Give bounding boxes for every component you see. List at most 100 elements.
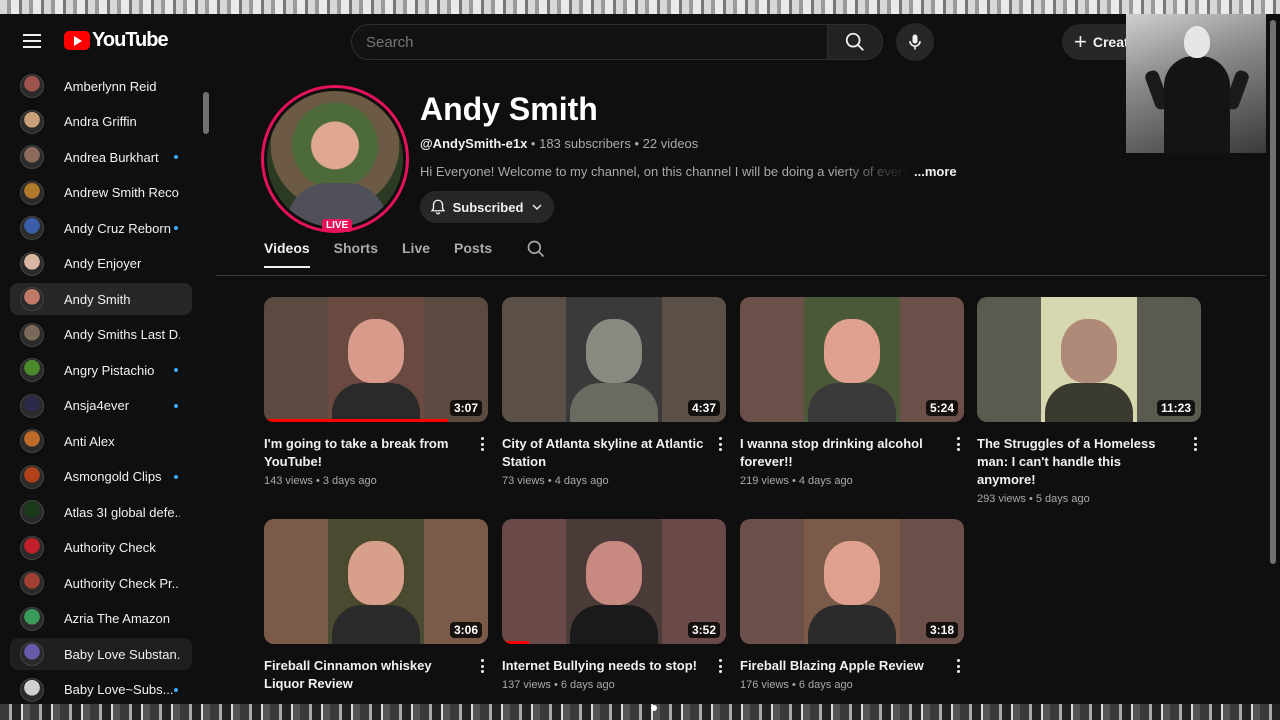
sidebar-item-subscription[interactable]: Amberlynn Reid [10,70,192,102]
video-thumbnail[interactable]: 4:37 [502,297,726,422]
video-duration: 11:23 [1156,400,1195,416]
video-thumbnail[interactable]: 11:23 [977,297,1201,422]
sidebar-item-subscription[interactable]: Ansja4ever [10,390,192,422]
search-icon [845,32,864,51]
channel-avatar-icon [20,677,44,702]
sidebar-item-subscription[interactable]: Andy Smith [10,283,192,315]
microphone-icon [909,34,921,50]
more-options-icon[interactable] [952,435,964,453]
channel-description[interactable]: Hi Everyone! Welcome to my channel, on t… [420,164,910,179]
sidebar-item-subscription[interactable]: Andy Smiths Last D... [10,319,192,351]
tab-videos[interactable]: Videos [264,240,310,268]
voice-search-button[interactable] [896,23,934,61]
video-card[interactable]: 3:06 Fireball Cinnamon whiskey Liquor Rev… [264,519,488,697]
sidebar-item-label: Angry Pistachio [64,362,155,378]
sidebar-item-label: Asmongold Clips [64,469,162,484]
video-card[interactable]: 3:52 Internet Bullying needs to stop! 137 … [502,519,726,691]
channel-meta: @AndySmith-e1x • 183 subscribers • 22 vi… [420,136,698,151]
channel-avatar[interactable] [261,85,409,233]
chevron-down-icon [532,204,542,210]
channel-avatar-icon [20,464,44,489]
video-title[interactable]: I wanna stop drinking alcohol forever!! [740,435,944,471]
video-thumbnail[interactable]: 5:24 [740,297,964,422]
video-card[interactable]: 5:24 I wanna stop drinking alcohol foreve… [740,297,964,487]
new-content-dot [174,368,178,372]
more-link[interactable]: ...more [914,164,957,179]
sidebar-item-subscription[interactable]: Baby Love~Subs... [10,674,192,705]
video-meta: 293 views • 5 days ago [977,493,1090,505]
sidebar-item-subscription[interactable]: Anti Alex [10,425,192,457]
subscribed-button[interactable]: Subscribed [420,191,554,223]
main-scrollbar[interactable] [1270,20,1276,564]
video-thumbnail[interactable]: 3:07 [264,297,488,422]
video-duration: 3:06 [449,622,482,638]
menu-icon[interactable] [20,30,44,54]
sidebar-item-subscription[interactable]: Andy Cruz Reborn [10,212,192,244]
video-duration: 3:07 [449,400,482,416]
sidebar-item-label: Andy Smith [64,291,131,307]
sidebar-item-subscription[interactable]: Asmongold Clips [10,461,192,493]
channel-avatar-icon [20,429,44,453]
video-title[interactable]: I'm going to take a break from YouTube! [264,435,468,471]
video-title[interactable]: Internet Bullying needs to stop! [502,657,706,675]
more-options-icon[interactable] [714,435,726,453]
sidebar-item-subscription[interactable]: Andra Griffin [10,106,192,138]
video-card[interactable]: 11:23 The Struggles of a Homeless man: I … [977,297,1201,505]
tab-posts[interactable]: Posts [454,240,492,264]
sidebar-item-subscription[interactable]: Azria The Amazon [10,603,192,635]
channel-avatar-icon [20,358,44,382]
video-thumbnail[interactable]: 3:18 [740,519,964,644]
video-card[interactable]: 4:37 City of Atlanta skyline at Atlantic … [502,297,726,487]
sidebar-item-subscription[interactable]: Authority Check [10,532,192,564]
search-box[interactable] [351,24,827,60]
channel-avatar-icon [20,500,44,524]
video-card[interactable]: 3:18 Fireball Blazing Apple Review 176 vie… [740,519,964,691]
sidebar-item-subscription[interactable]: Andrea Burkhart [10,141,192,173]
more-options-icon[interactable] [952,657,964,675]
new-content-dot [174,403,178,408]
tab-shorts[interactable]: Shorts [334,240,378,264]
sidebar-scrollbar[interactable] [203,92,209,134]
video-meta: 73 views • 4 days ago [502,475,609,487]
video-duration: 3:52 [687,622,720,638]
video-title[interactable]: City of Atlanta skyline at Atlantic Stat… [502,435,706,471]
sidebar-item-subscription[interactable]: Andrew Smith Reco... [10,177,192,209]
more-options-icon[interactable] [1189,435,1201,453]
sidebar-item-subscription[interactable]: Authority Check Pr... [10,567,192,599]
search-button[interactable] [827,24,883,60]
video-thumbnail[interactable]: 3:52 [502,519,726,644]
search-icon [527,240,545,258]
more-options-icon[interactable] [714,657,726,675]
webcam-overlay [1126,14,1266,153]
new-content-dot [174,155,178,159]
sidebar-item-label: Baby Love Substan... [64,646,180,662]
youtube-logo[interactable]: YouTube [64,29,169,52]
video-title[interactable]: Fireball Cinnamon whiskey Liquor Review [264,657,468,693]
channel-tabs: Videos Shorts Live Posts [264,240,546,276]
sidebar-item-subscription[interactable]: Atlas 3I global defe... [10,496,192,528]
sidebar-item-subscription[interactable]: Angry Pistachio [10,354,192,386]
live-badge: LIVE [322,219,353,232]
more-options-icon[interactable] [476,657,488,675]
video-meta: 137 views • 6 days ago [502,679,615,691]
channel-avatar-icon [20,145,44,169]
channel-avatar-icon [20,109,44,134]
sidebar-item-subscription[interactable]: Andy Enjoyer [10,248,192,280]
search-input[interactable] [352,25,827,59]
channel-search-button[interactable] [526,239,546,264]
watch-progress-bar [264,419,448,422]
sidebar-item-label: Andy Smiths Last D... [64,327,180,342]
sidebar-item-subscription[interactable]: Baby Love Substan... [10,638,192,670]
tab-live[interactable]: Live [402,240,430,264]
sidebar-item-label: Amberlynn Reid [64,78,157,94]
video-title[interactable]: Fireball Blazing Apple Review [740,657,944,675]
channel-name: Andy Smith [420,91,598,127]
sidebar-item-label: Andrew Smith Reco... [64,185,180,200]
bottom-dot [651,705,657,711]
sidebar-item-label: Ansja4ever [64,398,130,413]
top-noise-strip [0,0,1280,14]
video-title[interactable]: The Struggles of a Homeless man: I can't… [977,435,1181,489]
video-thumbnail[interactable]: 3:06 [264,519,488,644]
video-card[interactable]: 3:07 I'm going to take a break from YouTu… [264,297,488,487]
more-options-icon[interactable] [476,435,488,453]
